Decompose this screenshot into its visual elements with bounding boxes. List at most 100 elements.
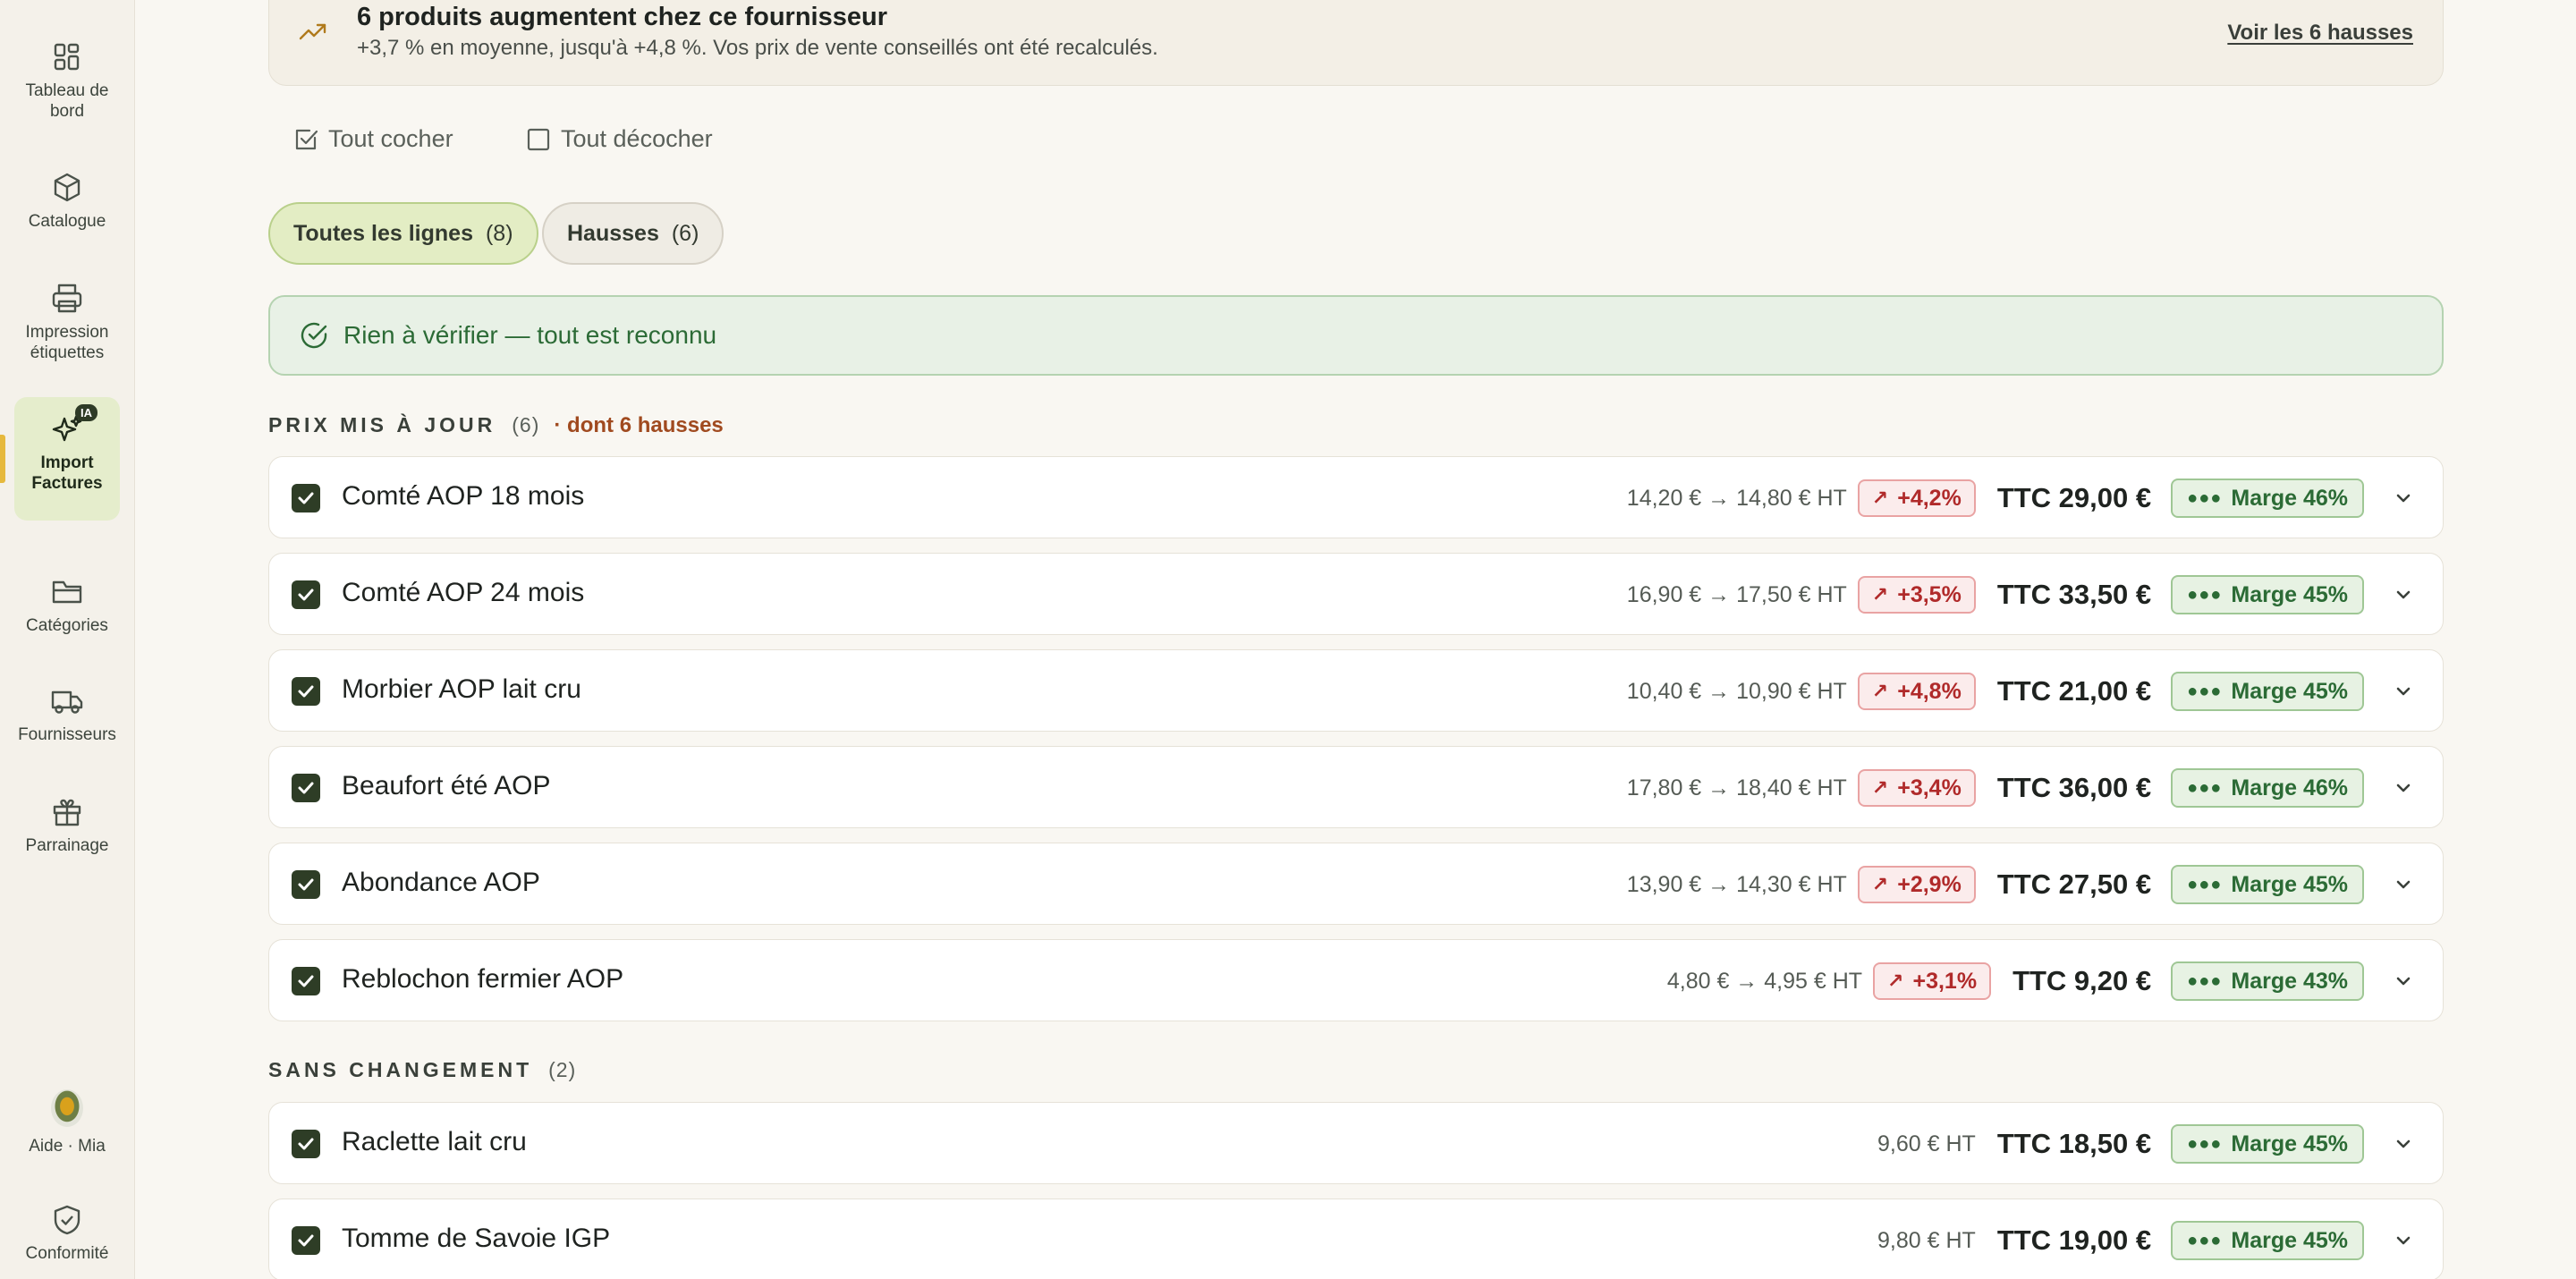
price-change: 17,80 € → 18,40 € HT [1626, 775, 1847, 800]
margin-value: Marge 45% [2231, 871, 2348, 897]
section-count: (6) [512, 413, 540, 436]
product-row[interactable]: Abondance AOP 13,90 € → 14,30 € HT ↗ +2,9% T… [268, 843, 2444, 925]
price-change: 10,40 € → 10,90 € HT [1626, 678, 1847, 704]
sidebar-item-aide-mia[interactable]: Aide · Mia [14, 1089, 120, 1156]
uncheck-all-button[interactable]: Tout décocher [525, 125, 713, 153]
ttc-price: TTC 29,00 € [1996, 482, 2152, 513]
increase-value: +3,1% [1912, 968, 1978, 994]
check-all-button[interactable]: Tout cocher [292, 125, 453, 153]
price-change: 9,60 € HT [1877, 1131, 1976, 1156]
row-values: 10,40 € → 10,90 € HT ↗ +4,8% TTC 21,00 € ●●●… [1627, 650, 2443, 733]
row-checkbox[interactable] [292, 1130, 320, 1158]
row-checkbox[interactable] [292, 677, 320, 706]
row-values: 9,60 € HT TTC 18,50 € ●●● Marge 45% [1877, 1103, 2443, 1185]
sidebar-item-fournisseurs[interactable]: Fournisseurs [14, 683, 120, 745]
margin-value: Marge 46% [2231, 775, 2348, 800]
row-checkbox[interactable] [292, 484, 320, 512]
margin-badge: ●●● Marge 45% [2171, 672, 2364, 711]
chevron-down-icon[interactable] [2391, 969, 2416, 994]
product-row[interactable]: Morbier AOP lait cru 10,40 € → 10,90 € HT… [268, 649, 2444, 732]
view-increases-link[interactable]: Voir les 6 hausses [2227, 21, 2413, 46]
arrow-up-right-icon: ↗ [1871, 873, 1889, 895]
row-checkbox[interactable] [292, 580, 320, 609]
row-checkbox[interactable] [292, 774, 320, 802]
row-checkbox[interactable] [292, 1226, 320, 1255]
sidebar-item-label: Aide · Mia [29, 1137, 106, 1156]
section-count: (2) [548, 1058, 577, 1081]
section-title: PRIX MIS À JOUR [268, 413, 496, 436]
printer-icon [52, 284, 82, 313]
product-row[interactable]: Comté AOP 18 mois 14,20 € → 14,80 € HT ↗ +4… [268, 456, 2444, 538]
check-icon [298, 1138, 314, 1150]
row-values: 17,80 € → 18,40 € HT ↗ +3,4% TTC 36,00 € ●●●… [1627, 747, 2443, 829]
chevron-down-icon[interactable] [2391, 1228, 2416, 1253]
arrow-up-right-icon: ↗ [1871, 487, 1889, 509]
product-name: Reblochon fermier AOP [342, 964, 624, 994]
row-values: 13,90 € → 14,30 € HT ↗ +2,9% TTC 27,50 € ●●●… [1627, 843, 2443, 926]
product-row[interactable]: Tomme de Savoie IGP 9,80 € HT TTC 19,00 € ●… [268, 1199, 2444, 1279]
ttc-price: TTC 33,50 € [1996, 579, 2152, 610]
sidebar-item-impression-etiquettes[interactable]: Impression étiquettes [14, 281, 120, 363]
ttc-price: TTC 19,00 € [1996, 1224, 2152, 1256]
sidebar-item-label: Catégories [26, 616, 108, 635]
arrow-up-right-icon: ↗ [1871, 680, 1889, 702]
row-checkbox[interactable] [292, 870, 320, 899]
increase-value: +3,5% [1897, 581, 1962, 607]
sidebar-item-label: Catalogue [28, 212, 106, 231]
ia-badge: IA [75, 404, 97, 421]
filter-label: Toutes les lignes [293, 220, 473, 246]
increase-badge: ↗ +2,9% [1857, 866, 1976, 903]
increase-value: +3,4% [1897, 775, 1962, 800]
sidebar-item-tableau-de-bord[interactable]: Tableau de bord [14, 39, 120, 122]
price-increase-banner: 6 produits augmentent chez ce fournisseu… [268, 0, 2444, 86]
uncheck-all-label: Tout décocher [561, 125, 713, 152]
product-row[interactable]: Beaufort été AOP 17,80 € → 18,40 € HT ↗ +3,… [268, 746, 2444, 828]
increase-value: +4,8% [1897, 678, 1962, 704]
ttc-price: TTC 36,00 € [1996, 772, 2152, 803]
check-icon [298, 589, 314, 601]
margin-value: Marge 43% [2231, 968, 2348, 994]
sidebar-item-conformite[interactable]: Conformité [14, 1202, 120, 1264]
sidebar-item-label: Conformité [25, 1244, 109, 1263]
row-values: 4,80 € → 4,95 € HT ↗ +3,1% TTC 9,20 € ●●● Mar… [1667, 940, 2443, 1022]
chevron-down-icon[interactable] [2391, 679, 2416, 704]
sidebar-item-label: Impression étiquettes [25, 323, 109, 362]
chevron-down-icon[interactable] [2391, 872, 2416, 897]
check-icon [298, 1234, 314, 1247]
sidebar-item-import-factures[interactable]: IA Import Factures [0, 397, 120, 521]
product-name: Comté AOP 24 mois [342, 578, 585, 607]
increase-value: +2,9% [1897, 871, 1962, 897]
filter-all-lines[interactable]: Toutes les lignes (8) [268, 202, 538, 265]
chevron-down-icon[interactable] [2391, 582, 2416, 607]
price-change: 16,90 € → 17,50 € HT [1626, 581, 1847, 607]
sidebar-item-catalogue[interactable]: Catalogue [14, 170, 120, 232]
sidebar-item-label: Tableau de bord [25, 81, 109, 121]
chevron-down-icon[interactable] [2391, 775, 2416, 800]
chevron-down-icon[interactable] [2391, 486, 2416, 511]
dots-icon: ●●● [2187, 970, 2223, 991]
dots-icon: ●●● [2187, 584, 2223, 605]
margin-value: Marge 45% [2231, 1131, 2348, 1156]
product-row[interactable]: Reblochon fermier AOP 4,80 € → 4,95 € HT ↗… [268, 939, 2444, 1021]
increase-badge: ↗ +3,5% [1857, 576, 1976, 614]
shield-check-icon [54, 1205, 80, 1235]
margin-badge: ●●● Marge 45% [2171, 865, 2364, 904]
filter-increases[interactable]: Hausses (6) [542, 202, 724, 265]
section-extra: · dont 6 hausses [554, 413, 724, 437]
product-name: Tomme de Savoie IGP [342, 1224, 611, 1253]
sidebar-item-parrainage[interactable]: Parrainage [14, 794, 120, 856]
folder-icon [52, 580, 82, 604]
chevron-down-icon[interactable] [2391, 1131, 2416, 1156]
filter-count: (8) [485, 220, 513, 246]
margin-value: Marge 45% [2231, 678, 2348, 704]
box-icon [54, 173, 80, 202]
sidebar-item-categories[interactable]: Catégories [14, 574, 120, 636]
arrow-up-right-icon: ↗ [1887, 970, 1904, 992]
price-change: 13,90 € → 14,30 € HT [1626, 871, 1847, 897]
gift-icon [53, 799, 81, 826]
row-checkbox[interactable] [292, 967, 320, 995]
margin-badge: ●●● Marge 45% [2171, 1221, 2364, 1260]
product-row[interactable]: Raclette lait cru 9,60 € HT TTC 18,50 € ●●●… [268, 1102, 2444, 1184]
status-ok-banner: Rien à vérifier — tout est reconnu [268, 295, 2444, 376]
product-row[interactable]: Comté AOP 24 mois 16,90 € → 17,50 € HT ↗ +3… [268, 553, 2444, 635]
